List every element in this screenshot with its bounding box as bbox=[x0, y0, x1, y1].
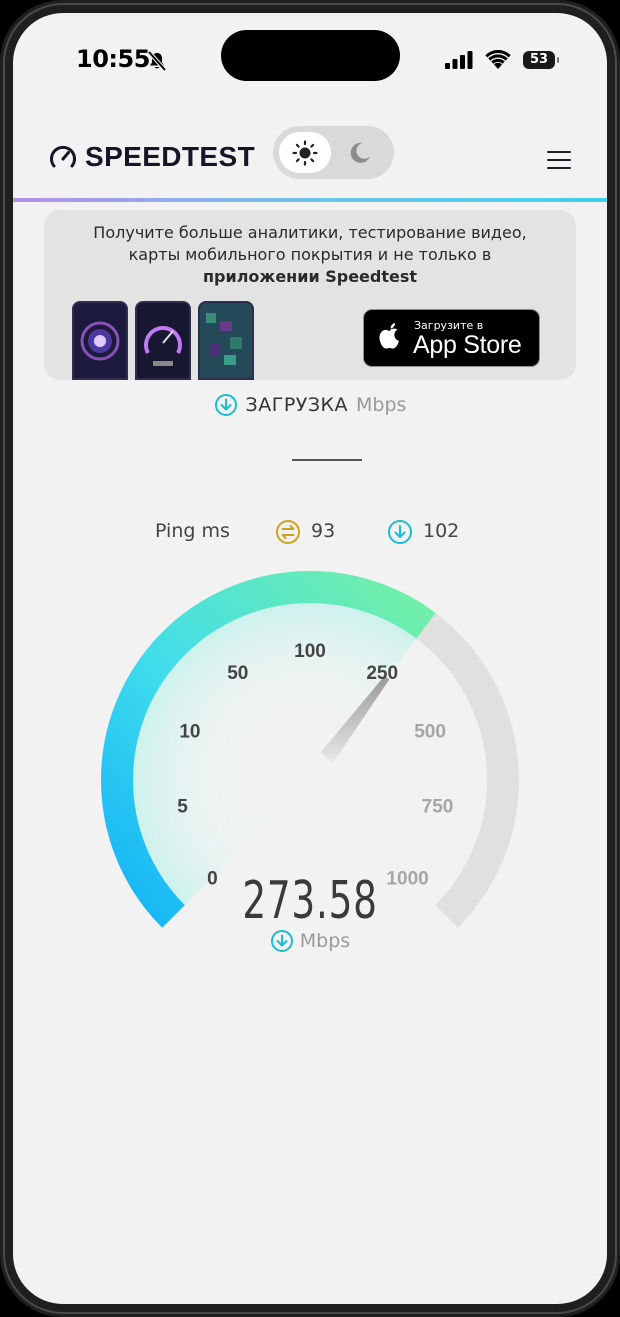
status-time: 10:55 bbox=[76, 45, 150, 73]
wifi-icon bbox=[485, 50, 511, 69]
dynamic-island bbox=[221, 30, 400, 81]
bell-slash-icon bbox=[147, 50, 167, 72]
download-arrow-icon bbox=[270, 930, 293, 952]
moon-icon[interactable] bbox=[347, 140, 373, 166]
upload-placeholder-dash bbox=[292, 459, 362, 461]
gauge-scale-label-1000: 1000 bbox=[386, 869, 428, 890]
speedometer-logo-icon bbox=[50, 145, 76, 168]
hamburger-menu-icon[interactable] bbox=[547, 151, 571, 169]
gauge-scale-label-5: 5 bbox=[177, 796, 188, 817]
header: SPEEDTEST bbox=[13, 121, 607, 199]
download-latency-icon bbox=[388, 520, 412, 544]
screen: 10:55 53 SPEEDTEST Получите больше анали… bbox=[13, 13, 607, 1304]
speed-unit-row: Mbps bbox=[13, 929, 607, 953]
download-arrow-icon bbox=[214, 394, 237, 416]
test-type-title: ЗАГРУЗКА bbox=[245, 394, 349, 416]
gauge-scale-label-500: 500 bbox=[414, 721, 446, 742]
gauge-scale-label-750: 750 bbox=[422, 796, 454, 817]
gauge-fill-wedge bbox=[114, 586, 417, 906]
gauge-scale-label-0: 0 bbox=[207, 869, 218, 890]
battery-icon: 53 bbox=[523, 50, 559, 69]
header-gradient-line bbox=[13, 198, 607, 202]
speedtest-logo[interactable]: SPEEDTEST bbox=[49, 141, 255, 173]
ping-jitter-value: 93 bbox=[311, 520, 336, 542]
test-type-label: ЗАГРУЗКА Mbps bbox=[13, 393, 607, 417]
promo-banner[interactable]: Получите больше аналитики, тестирование … bbox=[44, 210, 576, 380]
promo-line-1: Получите больше аналитики, тестирование … bbox=[93, 223, 527, 242]
app-store-label: App Store bbox=[413, 331, 522, 359]
ping-download-value: 102 bbox=[423, 520, 460, 542]
logo-text: SPEEDTEST bbox=[85, 141, 256, 172]
status-right: 53 bbox=[445, 50, 559, 69]
theme-toggle[interactable] bbox=[273, 126, 394, 179]
cellular-signal-icon bbox=[445, 50, 473, 69]
ping-row: Ping ms 93 102 bbox=[13, 517, 607, 547]
app-screenshot-3 bbox=[198, 301, 254, 380]
jitter-icon bbox=[276, 520, 300, 544]
phone-frame: 10:55 53 SPEEDTEST Получите больше анали… bbox=[0, 0, 620, 1317]
promo-line-3: приложении Speedtest bbox=[202, 267, 418, 286]
app-store-button[interactable]: Загрузите в App Store bbox=[363, 309, 540, 367]
test-type-unit: Mbps bbox=[356, 394, 407, 416]
battery-level: 53 bbox=[529, 52, 549, 67]
light-theme-button[interactable] bbox=[279, 132, 331, 173]
ping-label: Ping ms bbox=[155, 520, 230, 542]
promo-text: Получите больше аналитики, тестирование … bbox=[54, 222, 566, 288]
app-screenshot-1 bbox=[72, 301, 128, 380]
speed-value: 273.58 bbox=[242, 870, 377, 931]
app-screenshot-2 bbox=[135, 301, 191, 380]
gauge-scale-label-10: 10 bbox=[179, 721, 200, 742]
apple-icon bbox=[379, 323, 399, 349]
speed-unit: Mbps bbox=[299, 930, 351, 952]
speed-gauge: 0 5 10 50 100 250 500 750 1000 273.58 bbox=[101, 571, 519, 931]
gauge-scale-label-50: 50 bbox=[227, 663, 248, 684]
promo-line-2: карты мобильного покрытия и не только в bbox=[128, 245, 492, 264]
sun-icon bbox=[292, 139, 318, 166]
gauge-scale-label-100: 100 bbox=[294, 641, 326, 662]
gauge-scale-label-250: 250 bbox=[366, 663, 398, 684]
